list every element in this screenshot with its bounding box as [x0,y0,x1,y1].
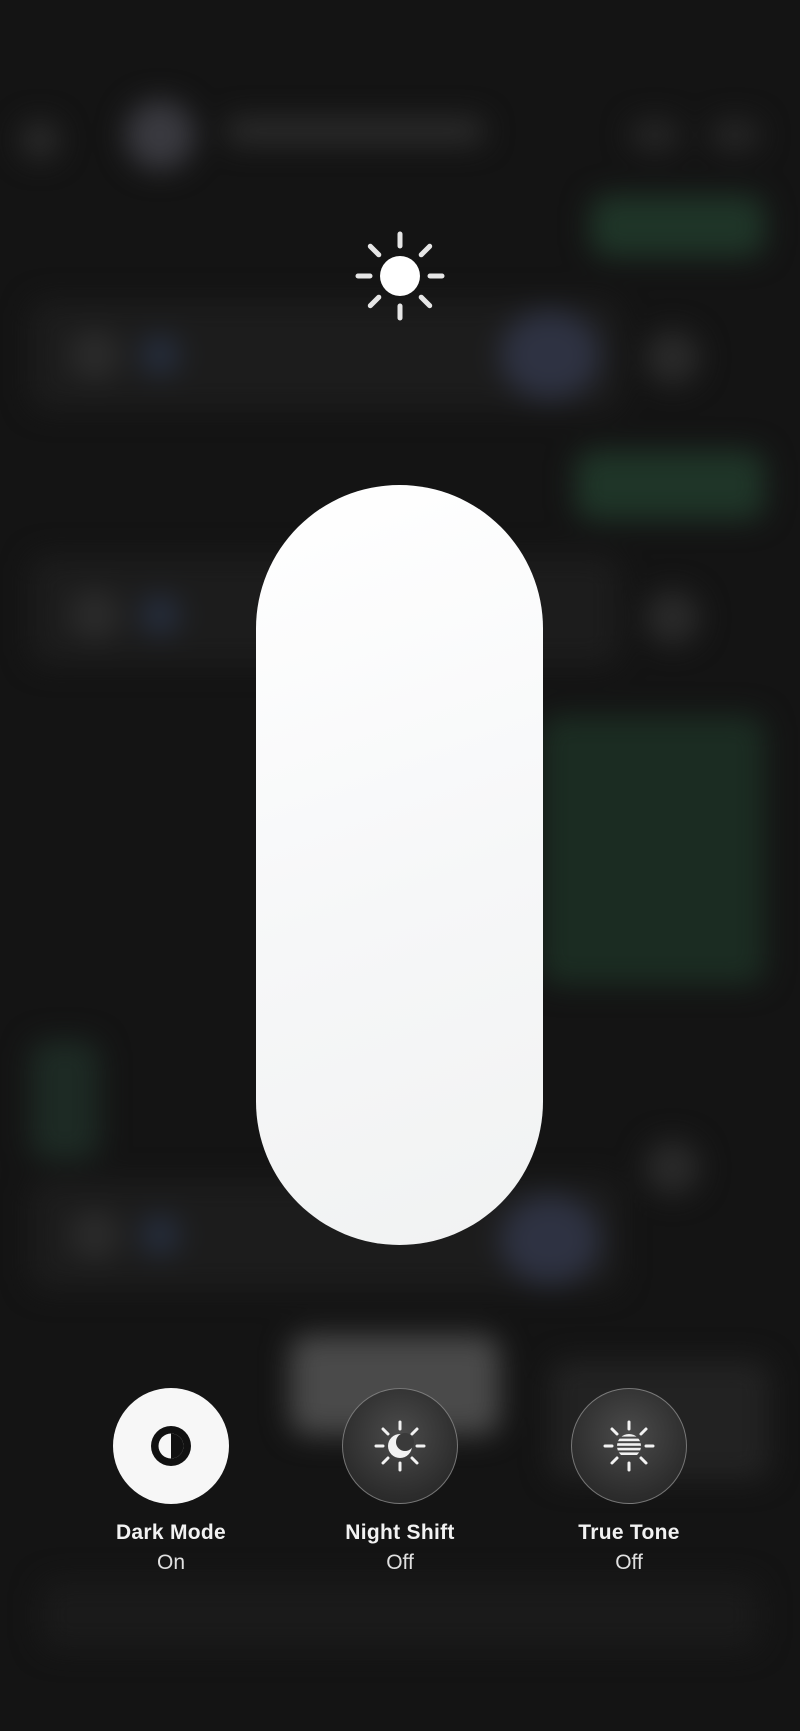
true-tone-label: True Tone [578,1521,680,1544]
dark-mode-label: Dark Mode [115,1521,227,1544]
dark-mode-button[interactable] [113,1388,229,1504]
night-shift-button[interactable] [342,1388,458,1504]
true-tone-icon [603,1420,655,1472]
true-tone-button[interactable] [571,1388,687,1504]
night-shift-label: Night Shift [345,1521,455,1544]
dark-mode-control[interactable]: Dark Mode On [71,1388,271,1575]
brightness-sun-icon [350,226,450,326]
night-shift-icon [374,1420,426,1472]
brightness-slider[interactable] [256,485,543,1245]
night-shift-state: Off [386,1551,414,1574]
true-tone-state: Off [615,1551,643,1574]
dark-mode-state: On [156,1551,185,1574]
brightness-slider-fill [256,485,543,1245]
night-shift-control[interactable]: Night Shift Off [300,1388,500,1575]
dark-mode-icon [151,1426,191,1466]
true-tone-control[interactable]: True Tone Off [529,1388,729,1575]
display-controls: Dark Mode On Night Shift Off True Tone O… [0,1388,800,1588]
